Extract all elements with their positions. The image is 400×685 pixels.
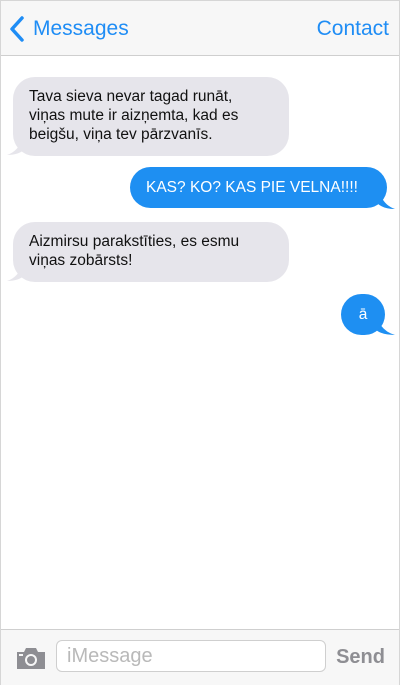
back-button-label: Messages — [33, 17, 129, 40]
contact-button[interactable]: Contact — [317, 15, 389, 43]
message-line: viņas zobārsts! — [29, 252, 133, 269]
camera-icon[interactable] — [15, 646, 47, 670]
navigation-bar: Messages Contact — [1, 1, 399, 56]
message-line: KAS? KO? KAS PIE VELNA!!!! — [146, 179, 358, 196]
message-line: Aizmirsu parakstīties, es esmu — [29, 233, 240, 250]
send-button[interactable]: Send — [336, 644, 385, 670]
message-bubble-outgoing[interactable]: KAS? KO? KAS PIE VELNA!!!! — [130, 167, 387, 208]
message-bubble-outgoing[interactable]: ā — [341, 294, 385, 335]
message-bubble-incoming[interactable]: Tava sieva nevar tagad runāt, viņas mute… — [13, 77, 289, 156]
message-composer: Send — [1, 629, 399, 685]
message-line: viņas mute ir aizņemta, kad es — [29, 107, 239, 124]
message-bubble-incoming[interactable]: Aizmirsu parakstīties, es esmu viņas zob… — [13, 222, 289, 282]
message-line: ā — [358, 306, 368, 323]
message-line: beigšu, viņa tev pārzvanīs. — [29, 126, 213, 143]
chevron-left-icon — [10, 16, 24, 42]
chat-screen: Messages Contact Tava sieva nevar tagad … — [0, 0, 400, 685]
back-button[interactable]: Messages — [9, 15, 129, 43]
message-input[interactable] — [56, 640, 326, 672]
message-line: Tava sieva nevar tagad runāt, — [29, 88, 233, 105]
